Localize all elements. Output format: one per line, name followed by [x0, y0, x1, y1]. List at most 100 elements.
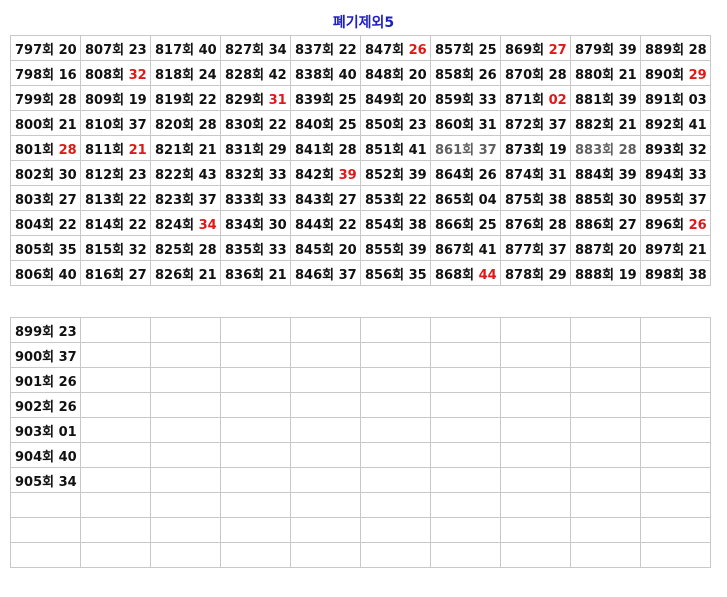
- draw-number: 40: [58, 449, 77, 465]
- draw-number: 44: [478, 267, 497, 283]
- draw-cell: [290, 542, 361, 568]
- table-row: 900회 37: [10, 342, 711, 368]
- draw-cell: [360, 417, 431, 443]
- draw-cell: [80, 467, 151, 493]
- draw-round: 850회: [365, 117, 409, 133]
- draw-cell: 861회 37: [430, 135, 501, 161]
- draw-number: 38: [408, 217, 427, 233]
- draw-number: 41: [688, 117, 707, 133]
- draw-cell: [500, 542, 571, 568]
- draw-cell: 879회 39: [570, 35, 641, 61]
- draw-round: 851회: [365, 142, 409, 158]
- draw-round: 854회: [365, 217, 409, 233]
- draw-number: 25: [338, 92, 357, 108]
- draw-cell: 901회 26: [10, 367, 81, 393]
- draw-cell: [220, 467, 291, 493]
- draw-round: 848회: [365, 67, 409, 83]
- draw-cell: 858회 26: [430, 60, 501, 86]
- draw-number: 19: [548, 142, 567, 158]
- draw-cell: [80, 442, 151, 468]
- draw-cell: 816회 27: [80, 260, 151, 286]
- draw-cell: 849회 20: [360, 85, 431, 111]
- draw-number: 34: [198, 217, 217, 233]
- draw-number: 21: [618, 67, 637, 83]
- draw-round: 814회: [85, 217, 129, 233]
- draw-cell: 829회 31: [220, 85, 291, 111]
- draw-number: 30: [268, 217, 287, 233]
- draw-round: 893회: [645, 142, 689, 158]
- draw-cell: 853회 22: [360, 185, 431, 211]
- draw-cell: [150, 467, 221, 493]
- draw-cell: 883회 28: [570, 135, 641, 161]
- draw-round: 806회: [15, 267, 59, 283]
- draw-number: 37: [338, 267, 357, 283]
- draw-cell: [10, 492, 81, 518]
- draw-cell: [430, 367, 501, 393]
- draw-cell: [150, 492, 221, 518]
- draw-number: 23: [128, 167, 147, 183]
- draw-cell: [290, 317, 361, 343]
- draw-round: 827회: [225, 42, 269, 58]
- draw-cell: 837회 22: [290, 35, 361, 61]
- draw-cell: [640, 442, 711, 468]
- draw-cell: 882회 21: [570, 110, 641, 136]
- draw-cell: 880회 21: [570, 60, 641, 86]
- draw-cell: [290, 392, 361, 418]
- draw-cell: [500, 417, 571, 443]
- draw-cell: 860회 31: [430, 110, 501, 136]
- draw-cell: [80, 342, 151, 368]
- draw-round: 835회: [225, 242, 269, 258]
- draw-round: 867회: [435, 242, 479, 258]
- draw-cell: 857회 25: [430, 35, 501, 61]
- draw-cell: [500, 342, 571, 368]
- draw-number: 22: [338, 217, 357, 233]
- draw-cell: [640, 342, 711, 368]
- draw-round: 899회: [15, 324, 59, 340]
- draw-cell: [290, 442, 361, 468]
- draw-cell: 835회 33: [220, 235, 291, 261]
- draw-number: 25: [478, 217, 497, 233]
- draw-cell: 903회 01: [10, 417, 81, 443]
- draw-cell: [220, 317, 291, 343]
- draw-cell: 821회 21: [150, 135, 221, 161]
- draw-cell: [360, 317, 431, 343]
- draw-number: 35: [58, 242, 77, 258]
- draw-cell: [640, 542, 711, 568]
- draw-round: 822회: [155, 167, 199, 183]
- draw-cell: [150, 542, 221, 568]
- draw-cell: 874회 31: [500, 160, 571, 186]
- table-row: 802회 30 812회 23 822회 43 832회 33 842회 39 852회 …: [10, 160, 711, 186]
- draw-round: 883회: [575, 142, 619, 158]
- draw-number: 27: [128, 267, 147, 283]
- draw-number: 38: [688, 267, 707, 283]
- draw-number: 34: [268, 42, 287, 58]
- draw-number: 24: [198, 67, 217, 83]
- table-row: 905회 34: [10, 467, 711, 493]
- draw-number: 37: [478, 142, 497, 158]
- draw-cell: [150, 317, 221, 343]
- draw-round: 902회: [15, 399, 59, 415]
- draw-number: 39: [618, 92, 637, 108]
- draw-number: 27: [548, 42, 567, 58]
- draw-cell: [640, 392, 711, 418]
- draw-cell: [570, 442, 641, 468]
- draw-cell: 824회 34: [150, 210, 221, 236]
- draw-round: 896회: [645, 217, 689, 233]
- draw-cell: [220, 392, 291, 418]
- draw-round: 824회: [155, 217, 199, 233]
- draw-number: 31: [478, 117, 497, 133]
- draw-cell: 801회 28: [10, 135, 81, 161]
- draw-round: 813회: [85, 192, 129, 208]
- draw-cell: 840회 25: [290, 110, 361, 136]
- draw-cell: [360, 467, 431, 493]
- draw-cell: [360, 367, 431, 393]
- draw-round: 870회: [505, 67, 549, 83]
- draw-cell: 865회 04: [430, 185, 501, 211]
- draw-cell: 866회 25: [430, 210, 501, 236]
- draw-cell: 892회 41: [640, 110, 711, 136]
- draw-number: 28: [58, 92, 77, 108]
- draw-cell: 897회 21: [640, 235, 711, 261]
- draw-number: 33: [688, 167, 707, 183]
- table-row: [10, 492, 711, 518]
- draw-round: 890회: [645, 67, 689, 83]
